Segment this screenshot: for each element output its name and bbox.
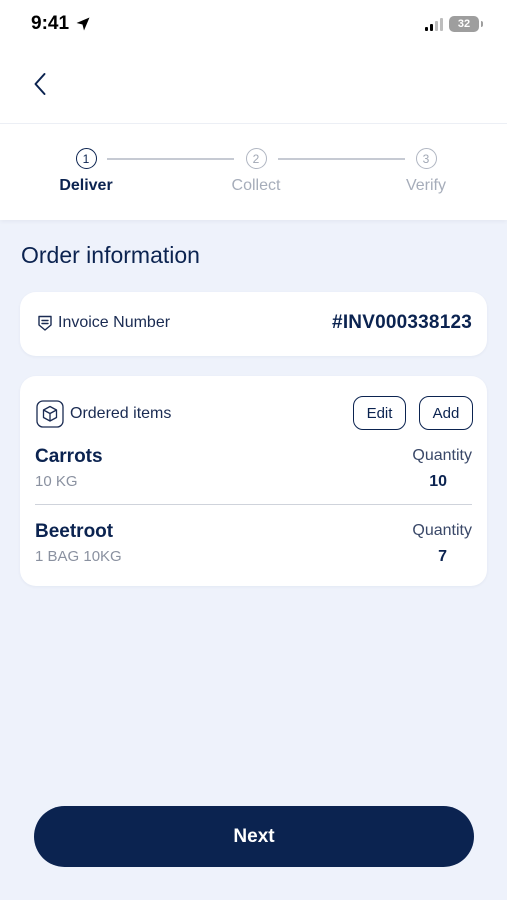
invoice-number: #INV000338123 [332, 312, 472, 333]
status-indicators: 32 [425, 16, 483, 32]
item-unit: 1 BAG 10KG [35, 548, 122, 565]
progress-stepper: 1 Deliver 2 Collect 3 Verify [0, 124, 507, 220]
page-title: Order information [21, 242, 200, 268]
ordered-items-header: Ordered items [36, 400, 171, 428]
signal-icon [425, 17, 443, 31]
step-deliver: 1 Deliver [26, 148, 146, 195]
step-collect: 2 Collect [196, 148, 316, 195]
top-panel: 9:41 32 1 Deliver 2 Collect 3 Verify [0, 0, 507, 220]
step-number-circle: 1 [75, 148, 97, 169]
status-time-group: 9:41 [31, 13, 91, 35]
ordered-items-label: Ordered items [70, 405, 172, 422]
chevron-left-icon [34, 73, 46, 95]
header-bar [0, 50, 507, 124]
quantity-label: Quantity [412, 522, 472, 539]
item-name: Beetroot [35, 521, 114, 542]
status-time: 9:41 [31, 13, 70, 34]
invoice-label: Invoice Number [58, 314, 171, 331]
item-name: Carrots [35, 446, 103, 467]
next-button[interactable]: Next [34, 806, 474, 867]
step-verify: 3 Verify [366, 148, 486, 195]
step-label: Deliver [59, 177, 113, 194]
step-number-circle: 2 [245, 148, 267, 169]
item-unit: 10 KG [35, 473, 78, 490]
add-button[interactable]: Add [419, 396, 473, 430]
battery-icon: 32 [449, 16, 483, 32]
status-bar: 9:41 32 [0, 0, 507, 50]
quantity-label: Quantity [412, 447, 472, 464]
quantity-value: 10 [429, 473, 447, 490]
location-arrow-icon [76, 17, 90, 31]
quantity-value: 7 [438, 548, 447, 565]
step-label: Collect [231, 177, 281, 194]
ordered-items-card: Ordered items Edit Add Carrots 10 KG Qua… [20, 376, 487, 586]
invoice-card: Invoice Number #INV000338123 [20, 292, 487, 356]
list-item: Beetroot 1 BAG 10KG Quantity 7 [35, 521, 472, 581]
item-divider [35, 504, 472, 505]
invoice-label-group: Invoice Number [36, 314, 170, 332]
app-screen: 9:41 32 1 Deliver 2 Collect 3 Verify Ord… [0, 0, 507, 900]
back-button[interactable] [26, 68, 54, 100]
list-item: Carrots 10 KG Quantity 10 [35, 446, 472, 506]
step-label: Verify [405, 177, 446, 194]
battery-level: 32 [457, 18, 471, 30]
step-number-circle: 3 [415, 148, 437, 169]
box-icon [36, 400, 64, 428]
edit-button[interactable]: Edit [353, 396, 406, 430]
receipt-icon [38, 315, 52, 331]
